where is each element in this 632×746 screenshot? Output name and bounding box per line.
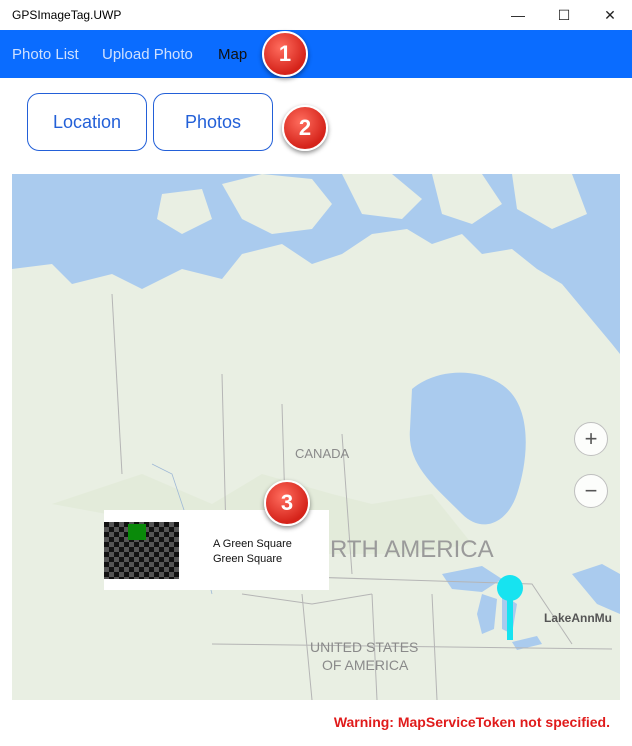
- popup-line-2: Green Square: [213, 553, 283, 565]
- zoom-in-button[interactable]: +: [574, 422, 608, 456]
- zoom-out-button[interactable]: −: [574, 474, 608, 508]
- green-square-image: [128, 524, 146, 540]
- callout-badge-1: 1: [262, 31, 308, 77]
- map-label-canada: CANADA: [295, 446, 350, 461]
- map-pin-icon[interactable]: [490, 574, 530, 644]
- photos-button[interactable]: Photos: [153, 93, 273, 151]
- map-pin-label: LakeAnnMu: [544, 611, 613, 625]
- popup-text: A Green Square Green Square: [213, 537, 292, 567]
- maximize-icon: ☐: [557, 6, 571, 23]
- close-button[interactable]: ✕: [587, 0, 632, 30]
- minimize-button[interactable]: —: [495, 0, 541, 30]
- nav-item-photo-list[interactable]: Photo List: [12, 46, 79, 63]
- popup-line-1: A Green Square: [213, 538, 292, 550]
- map-label-usa-line2: OF AMERICA: [322, 657, 409, 673]
- maximize-button[interactable]: ☐: [541, 0, 587, 30]
- app-title: GPSImageTag.UWP: [12, 8, 122, 22]
- nav-item-upload-photo[interactable]: Upload Photo: [102, 46, 193, 63]
- map-view[interactable]: CANADA RTH AMERICA UNITED STATES OF AMER…: [12, 174, 620, 700]
- callout-badge-2: 2: [282, 105, 328, 151]
- map-token-warning: Warning: MapServiceToken not specified.: [333, 714, 610, 730]
- minimize-icon: —: [511, 7, 525, 23]
- close-icon: ✕: [604, 6, 616, 23]
- map-label-usa-line1: UNITED STATES: [310, 639, 419, 655]
- nav-item-map[interactable]: Map: [218, 46, 247, 63]
- map-label-north-america: RTH AMERICA: [330, 536, 494, 563]
- nav-bar: Photo List Upload Photo Map: [0, 30, 632, 78]
- location-button[interactable]: Location: [27, 93, 147, 151]
- callout-badge-3: 3: [264, 480, 310, 526]
- photo-thumbnail: [104, 522, 179, 579]
- title-bar: GPSImageTag.UWP — ☐ ✕: [0, 0, 632, 30]
- arctic-island: [222, 174, 332, 234]
